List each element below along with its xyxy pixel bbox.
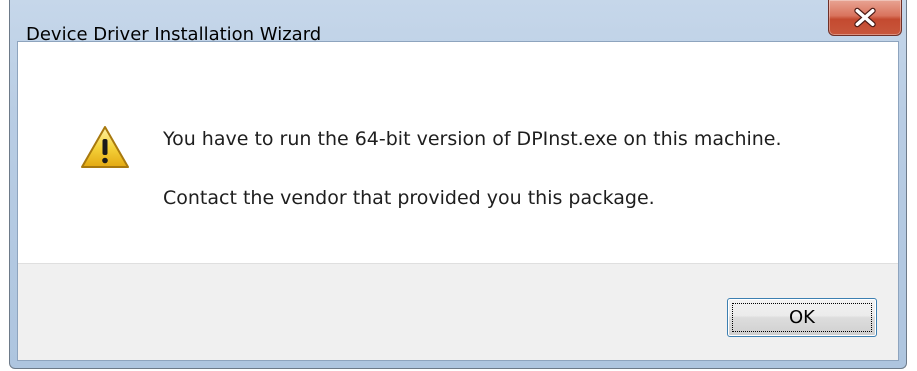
error-message: You have to run the 64-bit version of DP… <box>163 128 782 150</box>
title-bar[interactable]: Device Driver Installation Wizard <box>10 0 906 45</box>
dialog-window: Device Driver Installation Wizard You ha… <box>9 0 907 369</box>
button-bar: OK <box>18 263 898 360</box>
close-button[interactable] <box>828 0 902 36</box>
ok-button-label: OK <box>732 303 872 332</box>
message-area: You have to run the 64-bit version of DP… <box>18 42 898 263</box>
vendor-instruction: Contact the vendor that provided you thi… <box>163 187 655 209</box>
close-icon <box>854 7 876 28</box>
warning-icon <box>81 126 129 168</box>
ok-button[interactable]: OK <box>727 298 877 337</box>
dialog-client-area: You have to run the 64-bit version of DP… <box>17 41 899 361</box>
